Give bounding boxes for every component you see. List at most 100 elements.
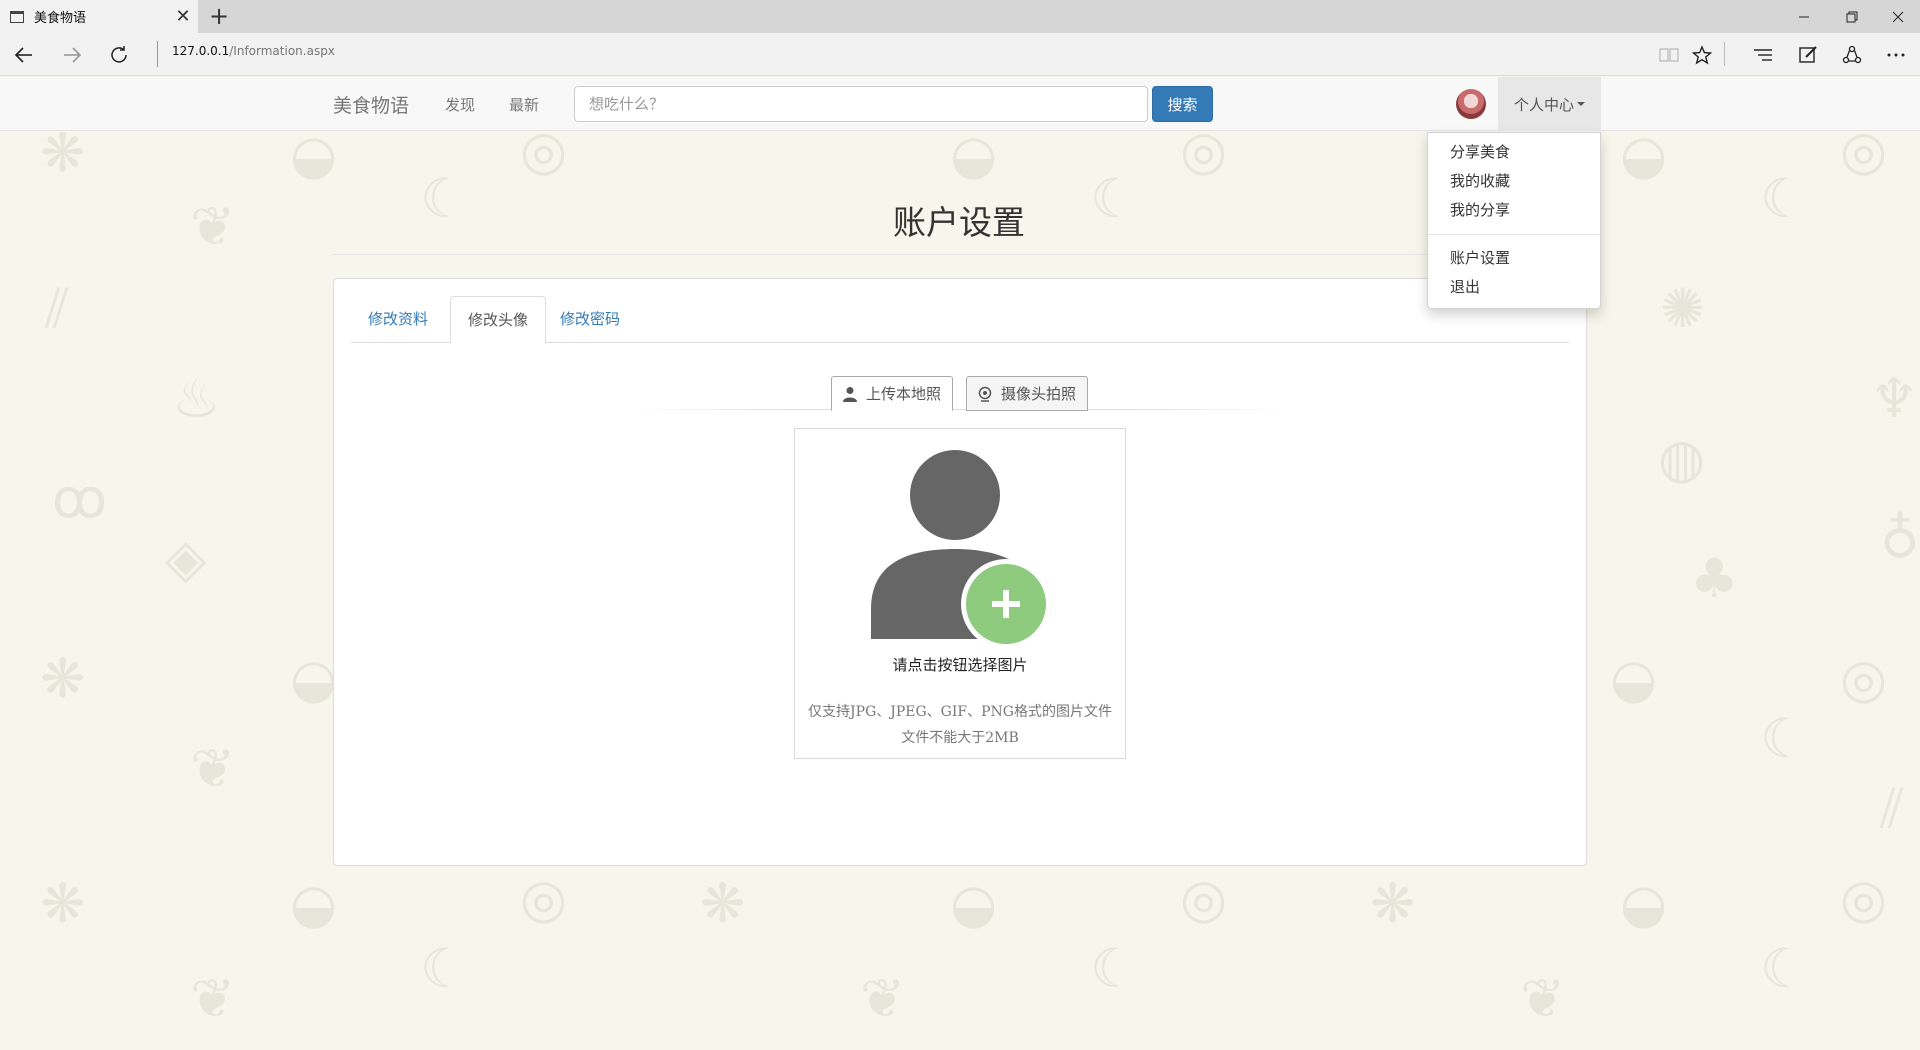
- share-icon[interactable]: [1834, 37, 1870, 73]
- grape-icon: ❦: [190, 195, 236, 258]
- watermelon-icon: ◒: [1610, 647, 1658, 710]
- watermelon-icon: ◒: [1620, 872, 1668, 935]
- banana-icon: ☾: [420, 937, 469, 1000]
- watermelon-icon: ◒: [290, 872, 338, 935]
- settings-tabs: 修改资料 修改头像 修改密码: [351, 296, 1569, 344]
- title-divider: [332, 254, 1586, 255]
- pineapple-icon: ❋: [1370, 872, 1416, 935]
- chicken-icon: ♨: [172, 367, 221, 430]
- plus-icon[interactable]: +: [206, 2, 232, 30]
- caret-down-icon: [1577, 102, 1585, 106]
- banana-icon: ☾: [1090, 937, 1139, 1000]
- watermelon-icon: ◒: [1620, 132, 1668, 186]
- hub-icon[interactable]: [1745, 37, 1781, 73]
- tab-edit-password[interactable]: 修改密码: [543, 296, 637, 343]
- minimize-icon[interactable]: [1782, 0, 1826, 33]
- steak-icon: ◈: [165, 527, 207, 590]
- watermelon-icon: ◒: [290, 132, 338, 186]
- watermelon-icon: ◒: [950, 872, 998, 935]
- menu-item-my-shares[interactable]: 我的分享: [1428, 196, 1600, 225]
- avatar-upload-box: 请点击按钮选择图片 仅支持JPG、JPEG、GIF、PNG格式的图片文件 文件不…: [794, 428, 1126, 759]
- search-button[interactable]: 搜索: [1152, 86, 1213, 122]
- donut-icon: ◎: [1840, 867, 1888, 930]
- restore-icon[interactable]: [1830, 0, 1874, 33]
- lemon-slice-icon: ✺: [1660, 277, 1706, 340]
- upload-prompt: 请点击按钮选择图片: [892, 656, 1028, 674]
- upload-note-format: 仅支持JPG、JPEG、GIF、PNG格式的图片文件: [808, 704, 1112, 720]
- tab-title: 美食物语: [34, 11, 87, 26]
- broccoli-icon: ♣: [1690, 547, 1739, 610]
- page-title: 账户设置: [893, 203, 1025, 242]
- user-dropdown-menu: 分享美食 我的收藏 我的分享 账户设置 退出: [1427, 132, 1601, 309]
- search-input[interactable]: [574, 86, 1148, 122]
- close-icon[interactable]: [1876, 0, 1920, 33]
- avatar-source-tabs: 上传本地照 摄像头拍照: [630, 376, 1290, 411]
- pineapple-icon: ❋: [40, 132, 86, 184]
- browser-address-bar: 127.0.0.1/Information.aspx: [0, 33, 1920, 76]
- donut-icon: ◎: [1840, 132, 1888, 182]
- toolbar-separator: [1724, 42, 1725, 66]
- menu-item-account-settings[interactable]: 账户设置: [1428, 244, 1600, 273]
- donut-icon: ◎: [1180, 132, 1228, 182]
- browser-tabstrip: 美食物语 ✕ +: [0, 0, 1920, 33]
- site-brand[interactable]: 美食物语: [333, 91, 409, 118]
- webcam-icon: [977, 386, 993, 402]
- donut-icon: ◎: [1840, 647, 1888, 710]
- upload-note-size: 文件不能大于2MB: [901, 730, 1019, 746]
- subtabs-divider: [630, 409, 1290, 410]
- menu-item-logout[interactable]: 退出: [1428, 273, 1600, 302]
- avatar-select-button[interactable]: [871, 449, 1061, 649]
- nav-link-latest[interactable]: 最新: [509, 94, 539, 115]
- menu-item-share-food[interactable]: 分享美食: [1428, 138, 1600, 167]
- plus-icon: [961, 559, 1051, 649]
- url-path: /Information.aspx: [229, 44, 335, 58]
- banana-icon: ☾: [1760, 937, 1809, 1000]
- user-menu-label: 个人中心: [1513, 95, 1574, 114]
- drink-icon: ♆: [1870, 367, 1919, 430]
- favorite-star-icon[interactable]: [1684, 37, 1720, 73]
- grape-icon: ❦: [860, 967, 906, 1030]
- url-host: 127.0.0.1: [172, 44, 230, 58]
- forward-arrow-icon[interactable]: [54, 37, 90, 73]
- tab-upload-local[interactable]: 上传本地照: [831, 376, 953, 411]
- user-menu-toggle[interactable]: 个人中心: [1498, 77, 1601, 131]
- upload-note: 仅支持JPG、JPEG、GIF、PNG格式的图片文件 文件不能大于2MB: [795, 699, 1125, 751]
- grape-icon: ❦: [190, 737, 236, 800]
- pineapple-icon: ❋: [40, 647, 86, 710]
- menu-divider: [1428, 234, 1600, 235]
- donut-icon: ◎: [1180, 867, 1228, 930]
- avatar[interactable]: [1456, 89, 1486, 119]
- nav-link-discover[interactable]: 发现: [445, 94, 475, 115]
- tab-edit-avatar[interactable]: 修改头像: [450, 296, 547, 344]
- banana-icon: ☾: [1760, 167, 1809, 230]
- refresh-icon[interactable]: [101, 37, 137, 73]
- pineapple-icon: ❋: [40, 872, 86, 935]
- grape-icon: ❦: [1520, 967, 1566, 1030]
- watermelon-icon: ◒: [290, 647, 338, 710]
- back-arrow-icon[interactable]: [6, 37, 42, 73]
- more-icon[interactable]: [1878, 37, 1914, 73]
- reading-view-icon[interactable]: [1651, 37, 1687, 73]
- tab-upload-local-label: 上传本地照: [866, 385, 942, 403]
- asparagus-icon: ⫽: [1880, 777, 1905, 840]
- pineapple-icon: ❋: [700, 872, 746, 935]
- grape-icon: ❦: [190, 967, 236, 1030]
- browser-tab[interactable]: 美食物语 ✕: [0, 0, 198, 33]
- grill-icon: ♁: [1880, 507, 1920, 570]
- menu-item-my-favorites[interactable]: 我的收藏: [1428, 167, 1600, 196]
- watermelon-icon: ◒: [950, 132, 998, 186]
- url-field[interactable]: 127.0.0.1/Information.aspx: [172, 44, 335, 58]
- cherry-icon: ꝏ: [52, 467, 108, 530]
- user-icon: [842, 386, 858, 402]
- banana-icon: ☾: [1760, 707, 1809, 770]
- site-navbar: 美食物语 发现 最新 搜索 个人中心: [0, 77, 1920, 131]
- asparagus-icon: ⫽: [45, 277, 70, 340]
- pizza-icon: ◍: [1658, 427, 1706, 490]
- donut-icon: ◎: [520, 867, 568, 930]
- donut-icon: ◎: [520, 132, 568, 182]
- tab-edit-profile[interactable]: 修改资料: [351, 296, 445, 343]
- close-icon[interactable]: ✕: [168, 6, 198, 27]
- tab-webcam-label: 摄像头拍照: [1001, 385, 1077, 403]
- web-note-icon[interactable]: [1790, 37, 1826, 73]
- tab-webcam[interactable]: 摄像头拍照: [966, 376, 1088, 411]
